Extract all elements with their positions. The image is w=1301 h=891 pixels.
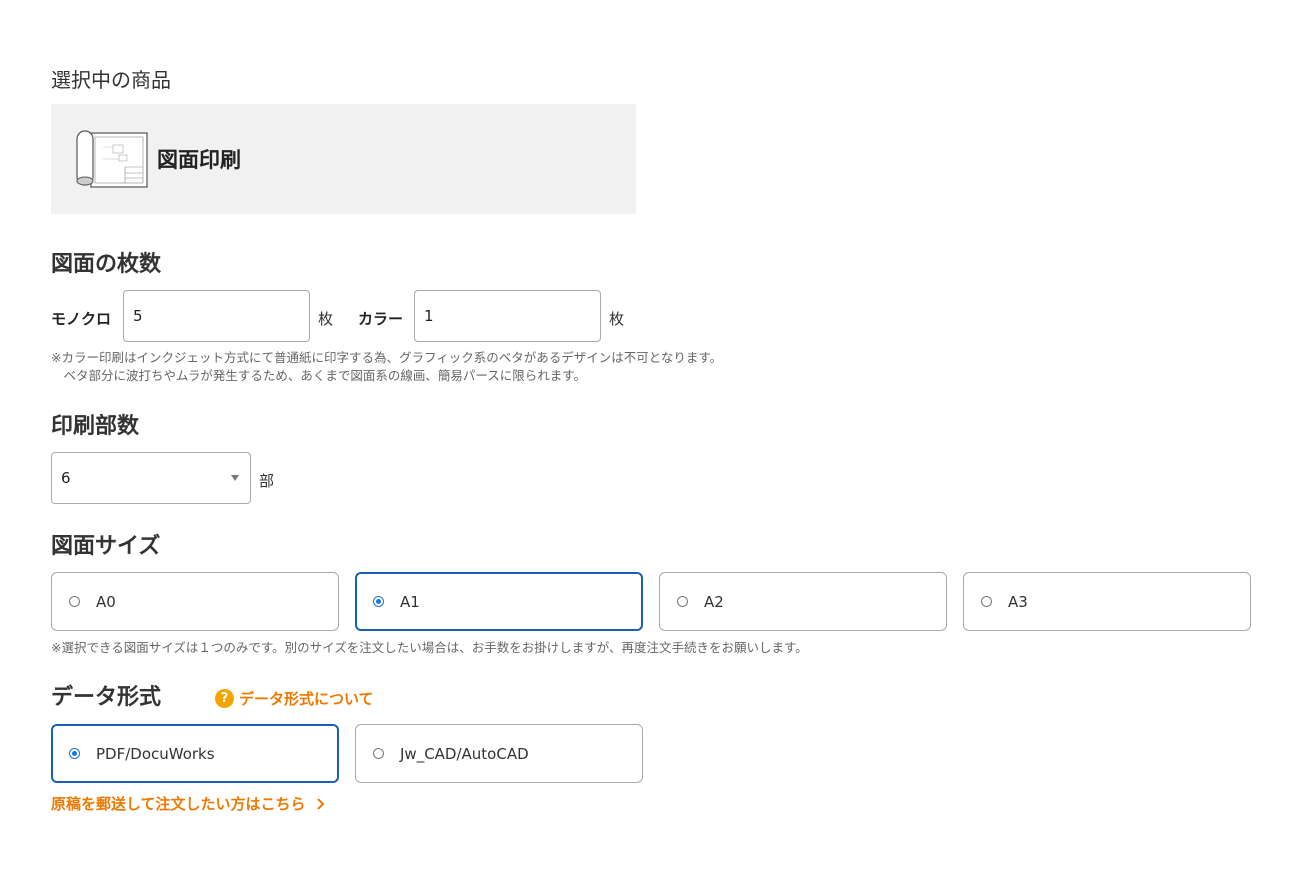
mail-order-link-label: 原稿を郵送して注文したい方はこちら <box>51 795 306 813</box>
color-label: カラー <box>358 310 404 328</box>
format-option-cad[interactable]: Jw_CAD/AutoCAD <box>355 724 643 783</box>
chevron-down-icon <box>231 475 239 481</box>
color-print-note-line1: ※カラー印刷はインクジェット方式にて普通紙に印字する為、グラフィック系のベタがあ… <box>51 350 723 365</box>
sheet-count-heading: 図面の枚数 <box>51 252 162 277</box>
size-option-label: A1 <box>400 592 420 611</box>
radio-selected-icon <box>69 748 80 759</box>
radio-icon <box>677 596 688 607</box>
copies-heading: 印刷部数 <box>51 414 140 439</box>
radio-selected-icon <box>373 596 384 607</box>
color-unit-label: 枚 <box>609 310 625 328</box>
color-print-note-line2: ベタ部分に波打ちやムラが発生するため、あくまで図面系の線画、簡易パースに限られま… <box>51 368 587 383</box>
data-format-help-label: データ形式について <box>239 690 374 708</box>
size-option-a2[interactable]: A2 <box>659 572 947 631</box>
copies-unit-label: 部 <box>259 472 275 490</box>
radio-icon <box>981 596 992 607</box>
blueprint-roll-icon <box>76 130 148 188</box>
mono-unit-label: 枚 <box>318 310 334 328</box>
format-option-label: PDF/DocuWorks <box>96 744 215 763</box>
size-option-label: A3 <box>1008 592 1028 611</box>
size-option-a0[interactable]: A0 <box>51 572 339 631</box>
mono-count-input[interactable] <box>123 290 310 342</box>
color-count-input[interactable] <box>414 290 601 342</box>
question-mark-icon: ? <box>215 689 234 708</box>
radio-icon <box>69 596 80 607</box>
size-option-label: A0 <box>96 592 116 611</box>
data-format-heading: データ形式 <box>51 685 162 710</box>
mono-label: モノクロ <box>51 310 112 328</box>
selected-product-card: 図面印刷 <box>51 104 636 214</box>
size-option-label: A2 <box>704 592 724 611</box>
size-option-a3[interactable]: A3 <box>963 572 1251 631</box>
data-format-help-link[interactable]: ? データ形式について <box>215 688 374 709</box>
copies-select-value: 6 <box>61 469 71 487</box>
format-option-pdf[interactable]: PDF/DocuWorks <box>51 724 339 783</box>
radio-icon <box>373 748 384 759</box>
paper-size-heading: 図面サイズ <box>51 534 161 559</box>
selected-product-name: 図面印刷 <box>157 148 241 172</box>
mail-order-link[interactable]: 原稿を郵送して注文したい方はこちら <box>51 793 326 814</box>
size-option-a1[interactable]: A1 <box>355 572 643 631</box>
paper-size-note: ※選択できる図面サイズは１つのみです。別のサイズを注文したい場合は、お手数をお掛… <box>51 640 808 655</box>
chevron-right-icon <box>316 797 324 810</box>
format-option-label: Jw_CAD/AutoCAD <box>400 744 529 763</box>
copies-select[interactable]: 6 <box>51 452 251 504</box>
selected-product-heading: 選択中の商品 <box>51 68 171 92</box>
